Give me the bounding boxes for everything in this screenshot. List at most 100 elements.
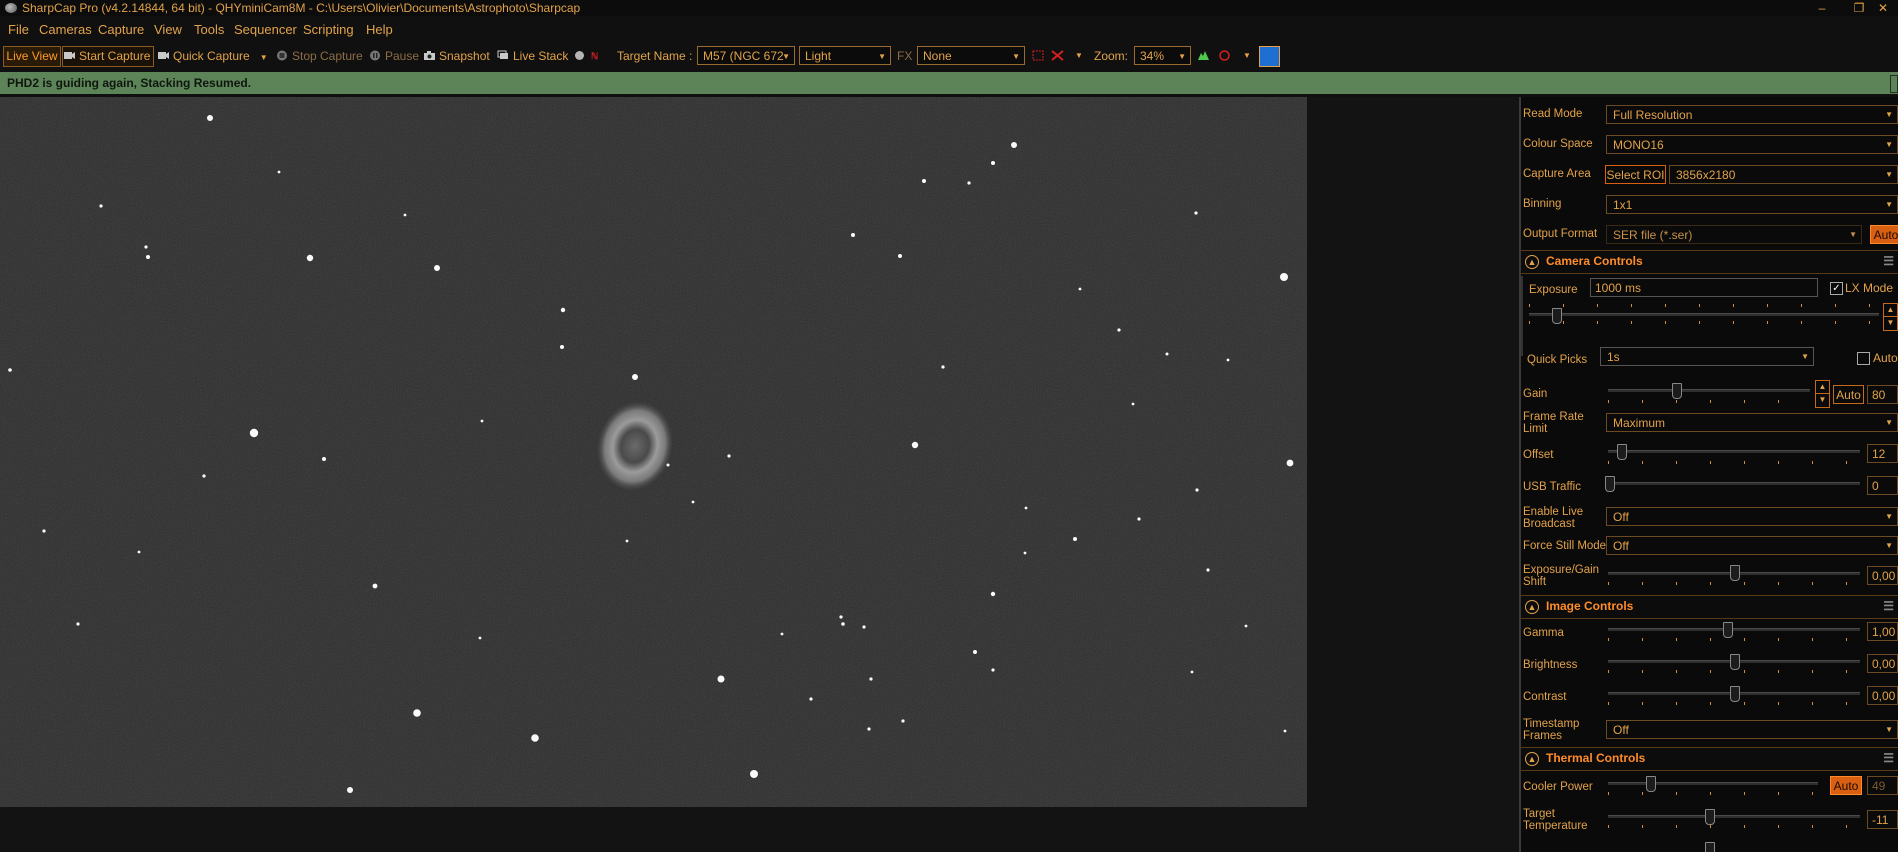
menu-view[interactable]: View xyxy=(154,22,182,37)
snapshot-button[interactable]: Snapshot xyxy=(423,47,490,65)
hamburger-menu-icon[interactable]: ☰ xyxy=(1883,596,1894,617)
partial-slider-thumb[interactable] xyxy=(1705,842,1715,852)
timer-icon[interactable] xyxy=(1218,47,1234,65)
usb-traffic-value[interactable]: 0 xyxy=(1867,476,1898,495)
offset-slider-ticks xyxy=(1608,461,1860,464)
target-name-select[interactable]: M57 (NGC 672 ▼ xyxy=(697,46,795,65)
exposure-gain-shift-row: Exposure/Gain Shift 0,00 xyxy=(1521,563,1898,591)
live-view-button[interactable]: Live View xyxy=(3,46,61,67)
exposure-spinner[interactable]: ▲ ▼ xyxy=(1883,303,1898,331)
output-format-select[interactable]: SER file (*.ser) ▼ xyxy=(1606,225,1862,244)
output-format-auto-button[interactable]: Auto xyxy=(1870,225,1898,244)
exposure-slider-thumb[interactable] xyxy=(1552,308,1562,324)
gain-slider-thumb[interactable] xyxy=(1672,383,1682,399)
collapse-icon[interactable]: ▲ xyxy=(1525,752,1539,766)
usb-slider-track[interactable] xyxy=(1608,482,1860,485)
timestamp-select[interactable]: Off ▼ xyxy=(1606,720,1898,739)
exposure-input[interactable]: 1000 ms xyxy=(1590,278,1818,297)
menu-cameras[interactable]: Cameras xyxy=(39,22,92,37)
collapse-icon[interactable]: ▲ xyxy=(1525,255,1539,269)
chevron-down-icon[interactable]: ▼ xyxy=(1243,47,1251,65)
target-temp-slider-track[interactable] xyxy=(1608,815,1860,818)
histogram-icon[interactable] xyxy=(1197,47,1213,65)
contrast-slider-thumb[interactable] xyxy=(1730,686,1740,702)
minimize-button[interactable]: – xyxy=(1807,0,1837,16)
select-roi-button[interactable]: Select ROI xyxy=(1605,165,1666,184)
force-still-select[interactable]: Off ▼ xyxy=(1606,536,1898,555)
gamma-value[interactable]: 1,00 xyxy=(1867,622,1898,641)
gain-auto-button[interactable]: Auto xyxy=(1833,385,1864,404)
gamma-slider-thumb[interactable] xyxy=(1723,622,1733,638)
menu-sequencer[interactable]: Sequencer xyxy=(234,22,297,37)
exposure-slider-track[interactable] xyxy=(1529,313,1879,316)
offset-row: Offset 12 xyxy=(1521,442,1898,468)
chevron-down-icon[interactable]: ▼ xyxy=(1075,47,1083,65)
capture-area-row: Capture Area Select ROI 3856x2180 ▼ xyxy=(1521,165,1898,185)
frame-rate-select[interactable]: Maximum ▼ xyxy=(1606,413,1898,432)
zoom-select[interactable]: 34% ▼ xyxy=(1134,46,1191,65)
focus-assist-icon[interactable] xyxy=(1051,47,1067,65)
pause-label: Pause xyxy=(385,49,420,63)
fx-select[interactable]: None ▼ xyxy=(917,46,1025,65)
gain-spinner[interactable]: ▲ ▼ xyxy=(1815,380,1830,408)
lx-mode-checkbox[interactable]: ✓ xyxy=(1830,282,1843,295)
output-format-label: Output Format xyxy=(1523,228,1598,240)
cooler-slider-ticks xyxy=(1608,792,1818,795)
cooler-power-row: Cooler Power Auto 49 xyxy=(1521,775,1898,801)
reticle-icon[interactable] xyxy=(1032,47,1048,65)
hamburger-menu-icon[interactable]: ☰ xyxy=(1883,748,1894,769)
stop-icon xyxy=(277,50,287,61)
shift-value[interactable]: 0,00 xyxy=(1867,566,1898,585)
hamburger-menu-icon[interactable]: ☰ xyxy=(1883,251,1894,272)
shift-slider-thumb[interactable] xyxy=(1730,565,1740,581)
live-stack-button[interactable]: Live Stack xyxy=(497,47,568,65)
colour-space-select[interactable]: MONO16 ▼ xyxy=(1606,135,1898,154)
menu-file[interactable]: File xyxy=(8,22,29,37)
record-dot-icon[interactable] xyxy=(573,47,589,65)
gamma-slider-track[interactable] xyxy=(1608,628,1860,631)
contrast-value[interactable]: 0,00 xyxy=(1867,686,1898,705)
cooler-slider-thumb[interactable] xyxy=(1646,776,1656,792)
pin-panel-icon[interactable] xyxy=(1259,46,1280,67)
camera-controls-header[interactable]: ▲ Camera Controls ☰ xyxy=(1521,250,1898,274)
target-temperature-row: Target Temperature -11 xyxy=(1521,807,1898,833)
menu-tools[interactable]: Tools xyxy=(194,22,224,37)
thermal-controls-header[interactable]: ▲ Thermal Controls ☰ xyxy=(1521,747,1898,771)
offset-slider-track[interactable] xyxy=(1608,450,1860,453)
quick-capture-button[interactable]: Quick Capture ▼ xyxy=(157,47,268,65)
cooler-slider-track[interactable] xyxy=(1608,782,1818,785)
target-temp-slider-thumb[interactable] xyxy=(1705,809,1715,825)
brightness-value[interactable]: 0,00 xyxy=(1867,654,1898,673)
camera-preview-image[interactable] xyxy=(0,97,1307,807)
quick-picks-auto-checkbox[interactable] xyxy=(1857,352,1870,365)
menu-help[interactable]: Help xyxy=(366,22,393,37)
colour-space-row: Colour Space MONO16 ▼ xyxy=(1521,135,1898,155)
offset-value[interactable]: 12 xyxy=(1867,444,1898,463)
capture-area-select[interactable]: 3856x2180 ▼ xyxy=(1669,165,1898,184)
gain-value[interactable]: 80 xyxy=(1867,385,1898,404)
live-broadcast-select[interactable]: Off ▼ xyxy=(1606,507,1898,526)
binning-label: Binning xyxy=(1523,198,1562,210)
usb-slider-thumb[interactable] xyxy=(1605,476,1615,492)
live-stack-label: Live Stack xyxy=(513,49,569,63)
frame-type-select[interactable]: Light ▼ xyxy=(799,46,891,65)
hide-overlay-icon[interactable]: ℕ͏ xyxy=(591,47,598,65)
pause-button[interactable]: Pause xyxy=(369,47,419,65)
menu-scripting[interactable]: Scripting xyxy=(303,22,354,37)
brightness-slider-thumb[interactable] xyxy=(1730,654,1740,670)
start-capture-button[interactable]: Start Capture xyxy=(62,46,154,67)
stop-capture-button[interactable]: Stop Capture xyxy=(276,47,363,65)
image-controls-header[interactable]: ▲ Image Controls ☰ xyxy=(1521,595,1898,619)
title-bar: SharpCap Pro (v4.2.14844, 64 bit) - QHYm… xyxy=(0,0,1898,16)
binning-select[interactable]: 1x1 ▼ xyxy=(1606,195,1898,214)
close-button[interactable]: ✕ xyxy=(1868,0,1898,16)
menu-capture[interactable]: Capture xyxy=(98,22,144,37)
offset-slider-thumb[interactable] xyxy=(1617,444,1627,460)
cooler-auto-button[interactable]: Auto xyxy=(1830,776,1862,795)
read-mode-select[interactable]: Full Resolution ▼ xyxy=(1606,105,1898,124)
target-temperature-value[interactable]: -11 xyxy=(1867,810,1898,829)
collapse-icon[interactable]: ▲ xyxy=(1525,600,1539,614)
status-close-button[interactable] xyxy=(1890,75,1898,93)
quick-picks-select[interactable]: 1s ▼ xyxy=(1600,347,1814,366)
gain-slider-track[interactable] xyxy=(1608,389,1810,392)
